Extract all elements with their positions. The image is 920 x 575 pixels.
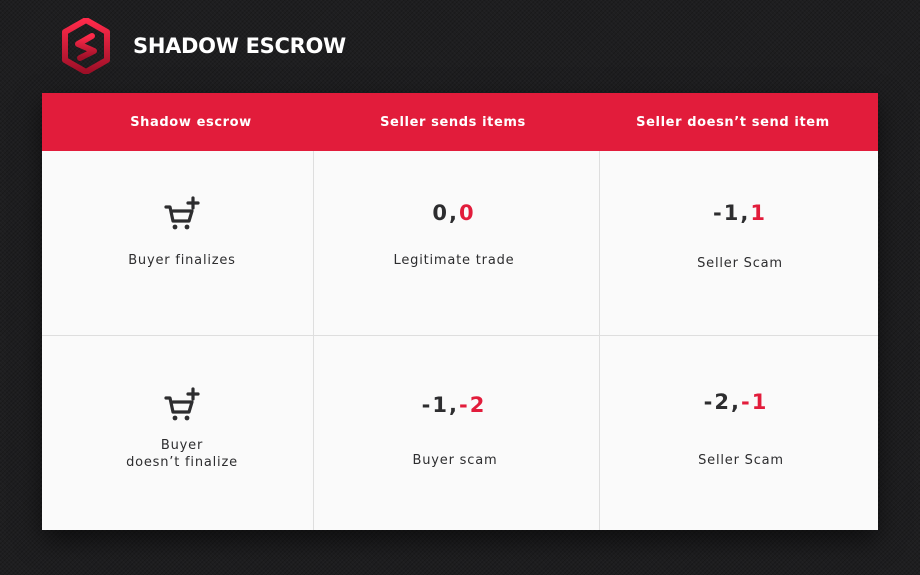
row-label-line: Buyer (160, 438, 204, 453)
table-header: Shadow escrow Seller sends items Seller … (42, 93, 878, 151)
seller-payoff: -2 (458, 393, 487, 417)
header-seller-sends: Seller sends items (380, 115, 526, 130)
cart-plus-icon (164, 387, 200, 421)
column-divider (313, 151, 314, 530)
seller-payoff: 1 (750, 201, 767, 225)
payoff-value: -1,1 (640, 201, 840, 225)
payoff-value: 0,0 (354, 201, 554, 225)
row-label-buyer-not-finalize: Buyer doesn’t finalize (92, 437, 272, 471)
app-title: SHADOW ESCROW (133, 34, 346, 58)
row-label-buyer-finalizes: Buyer finalizes (128, 253, 236, 268)
header-seller-not-send: Seller doesn’t send item (636, 115, 830, 130)
payoff-value: -1,-2 (354, 393, 554, 417)
cart-plus-icon (164, 196, 200, 230)
outcome-label: Seller Scam (698, 453, 784, 468)
outcome-label: Legitimate trade (393, 253, 515, 268)
payoff-value: -2,-1 (636, 390, 836, 414)
buyer-payoff: -2, (703, 390, 741, 414)
row-label-line: doesn’t finalize (126, 455, 238, 470)
shield-hexagon-s-icon (62, 18, 110, 74)
buyer-payoff: -1, (713, 201, 751, 225)
seller-payoff: -1 (740, 390, 769, 414)
column-divider (599, 151, 600, 530)
buyer-payoff: -1, (421, 393, 459, 417)
payoff-table: Shadow escrow Seller sends items Seller … (42, 93, 878, 530)
app-header: SHADOW ESCROW (62, 18, 346, 74)
outcome-label: Seller Scam (697, 256, 783, 271)
buyer-payoff: 0, (432, 201, 459, 225)
seller-payoff: 0 (458, 201, 476, 225)
row-divider (42, 335, 878, 336)
header-shadow-escrow: Shadow escrow (130, 115, 252, 130)
outcome-label: Buyer scam (412, 453, 498, 468)
